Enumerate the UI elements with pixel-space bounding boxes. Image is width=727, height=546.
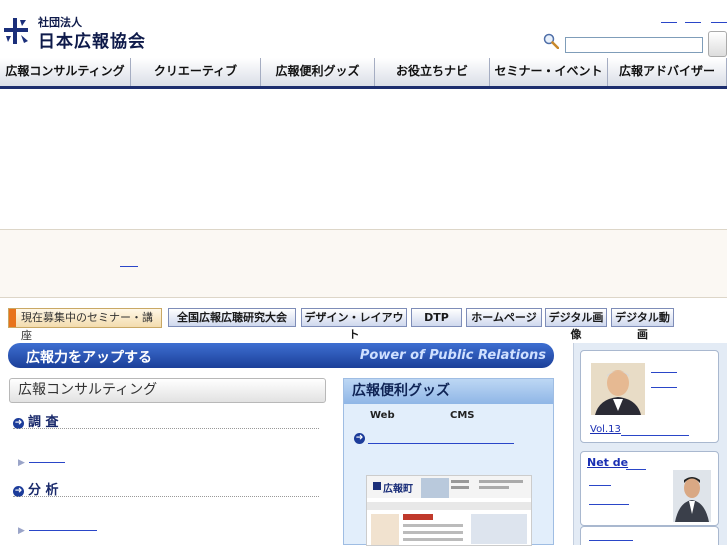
seminar-recruiting-label: 現在募集中のセミナー・講座 (8, 308, 162, 342)
seminar-button-conference[interactable]: 全国広報広聴研究大会 (168, 308, 296, 327)
nav-advisor[interactable]: 広報アドバイザー (608, 58, 727, 87)
person-photo[interactable] (673, 470, 711, 522)
power-banner-subtitle: Power of Public Relations (359, 348, 546, 363)
seminar-button-digital-video[interactable]: デジタル動画 (611, 308, 674, 341)
logo-title[interactable]: 日本広報協会 (38, 27, 146, 52)
site-header: 社団法人 日本広報協会 (0, 0, 727, 58)
net-de-link-1[interactable] (589, 485, 611, 486)
top-link-2[interactable] (685, 22, 701, 23)
goods-link[interactable] (368, 443, 514, 444)
nav-seminar[interactable]: セミナー・イベント (490, 58, 608, 87)
seminar-button-design[interactable]: デザイン・レイアウト (301, 308, 407, 341)
analysis-sublink[interactable]: ▶ (18, 526, 97, 536)
power-banner-title: 広報力をアップする (26, 350, 152, 366)
notice-box (0, 229, 727, 298)
thumbnail-title: 広報町 (383, 484, 413, 495)
interview-link-1[interactable] (651, 372, 677, 373)
goods-panel: 広報便利グッズ Web CMS ➜ 広報町 (343, 378, 554, 546)
search-input[interactable] (565, 37, 703, 53)
logo-mark-icon[interactable] (2, 16, 32, 46)
global-nav: 広報コンサルティング クリエーティブ 広報便利グッズ お役立ちナビ セミナー・イ… (0, 58, 727, 88)
arrow-right-icon: ➜ (354, 433, 365, 444)
interview-vol-link[interactable]: Vol.13 (590, 424, 621, 435)
right-column: Vol.13 Net de (573, 343, 727, 545)
net-de-card: Net de (580, 451, 719, 526)
survey-sublink[interactable]: ▶ (18, 458, 65, 468)
net-de-link-2[interactable] (589, 504, 629, 505)
card-third (580, 526, 719, 545)
nav-creative[interactable]: クリエーティブ (131, 58, 261, 87)
goods-cms-label: CMS (450, 410, 475, 421)
goods-web-label: Web (370, 410, 395, 421)
top-link-1[interactable] (661, 22, 677, 23)
seminar-button-dtp[interactable]: DTP (411, 308, 462, 327)
net-de-title-underline (626, 469, 646, 470)
power-banner: 広報力をアップする Power of Public Relations (8, 343, 554, 368)
net-de-title[interactable]: Net de (587, 456, 628, 469)
search-icon (543, 33, 559, 49)
seminar-button-digital-image[interactable]: デジタル画像 (545, 308, 607, 341)
hero-banner-area (0, 89, 727, 229)
person-photo[interactable] (591, 363, 645, 415)
interview-link-2[interactable] (651, 387, 677, 388)
nav-navi[interactable]: お役立ちナビ (375, 58, 490, 87)
consulting-heading[interactable]: 広報コンサルティング (9, 378, 326, 403)
top-utility-links (661, 22, 727, 26)
goods-site-thumbnail[interactable]: 広報町 (366, 475, 532, 546)
goods-heading[interactable]: 広報便利グッズ (344, 379, 553, 404)
seminar-button-homepage[interactable]: ホームページ (466, 308, 542, 327)
interview-card: Vol.13 (580, 350, 719, 443)
top-link-3[interactable] (711, 22, 727, 23)
card-third-link[interactable] (589, 540, 633, 541)
interview-vol-underline (621, 435, 689, 436)
search-button[interactable] (708, 31, 727, 57)
nav-goods[interactable]: 広報便利グッズ (261, 58, 375, 87)
notice-link[interactable] (120, 266, 138, 267)
divider (13, 496, 319, 497)
divider (13, 428, 319, 429)
nav-consulting[interactable]: 広報コンサルティング (0, 58, 131, 87)
